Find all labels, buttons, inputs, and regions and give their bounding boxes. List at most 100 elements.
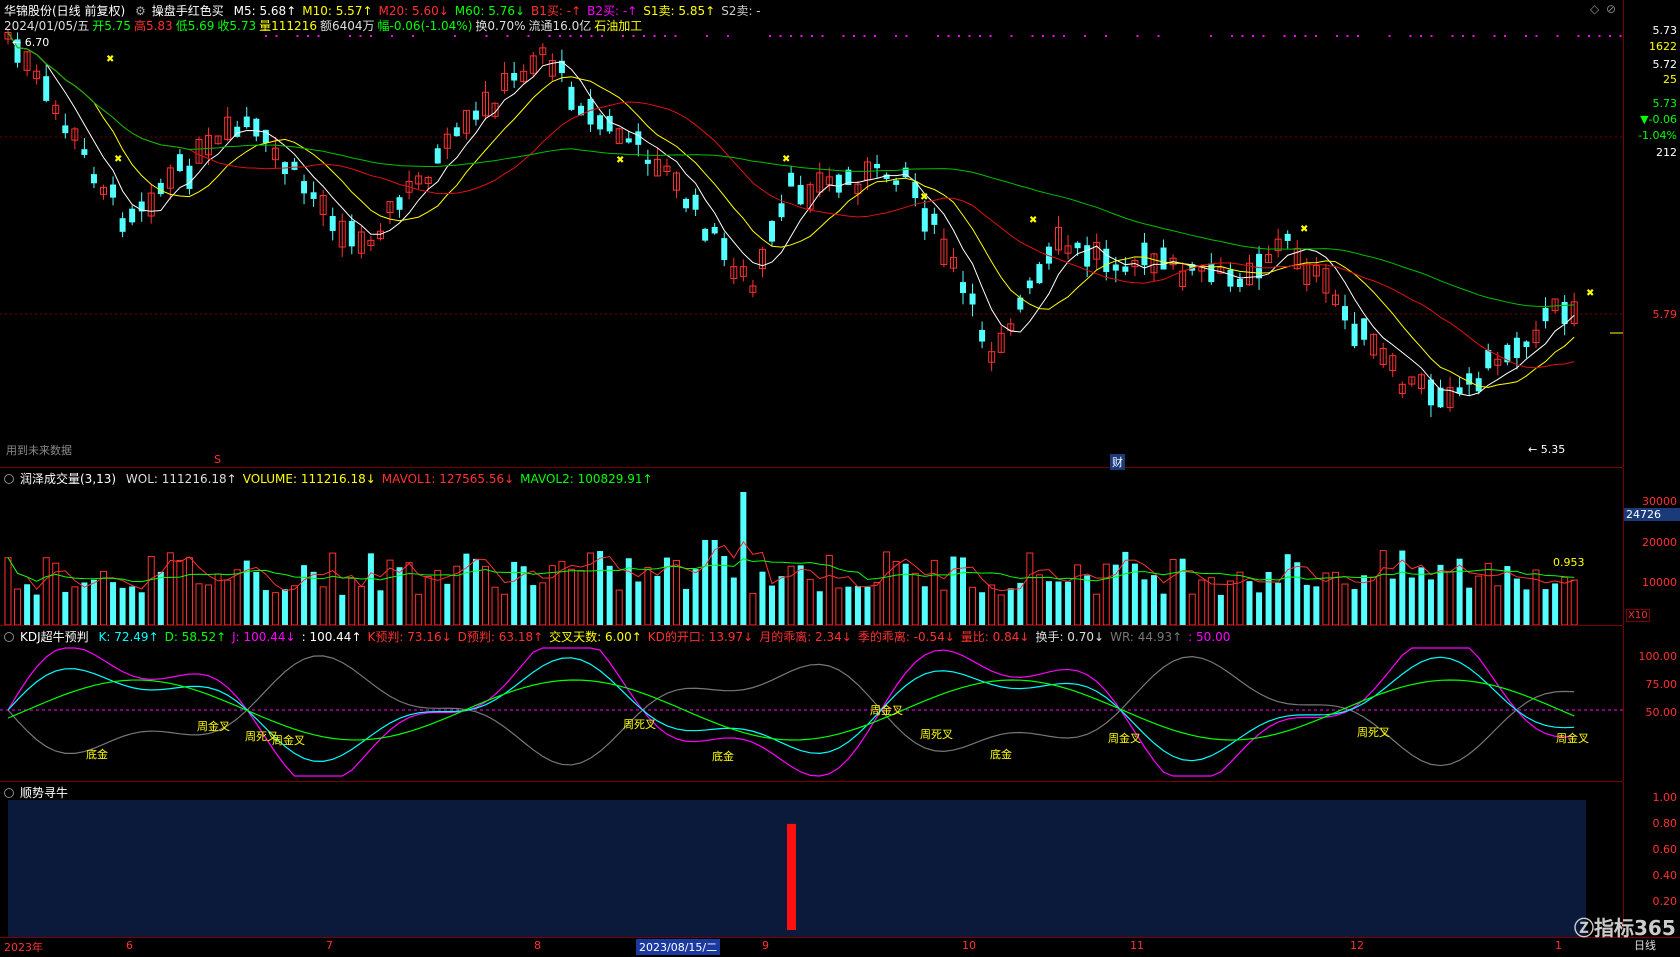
signal-dot [863, 35, 866, 37]
candle-body [597, 115, 604, 130]
candlestick-chart[interactable]: ✖ ✖ ✖ ✖ ✖ ✖ ✖ ✖ [0, 0, 1623, 467]
price-chart-panel[interactable]: ✖ ✖ ✖ ✖ ✖ ✖ ✖ ✖ 华锦股份(日线 前复权) ⚙ 操盘手红色买 M5: 5.68↑ M… [0, 0, 1623, 470]
trend-chart[interactable] [0, 782, 1623, 937]
kdj-value-5: D预判: 63.18↑ [457, 630, 544, 644]
volume-bar [635, 581, 642, 625]
volume-bar [1179, 558, 1186, 625]
diamond-icon[interactable]: ◇ [1590, 2, 1599, 16]
ma-value-2: M20: 5.60↓ [378, 4, 449, 18]
quote-field-9: 流通16.0亿 [528, 19, 592, 33]
candle-body [472, 110, 479, 120]
volume-indicator-name[interactable]: 润泽成交量(3,13) [20, 472, 116, 486]
panel-toggle-icon[interactable] [4, 632, 14, 642]
candle-body [835, 174, 842, 193]
signal-dot [989, 35, 992, 37]
signal-mark: ✖ [114, 154, 122, 165]
panel-toggle-icon[interactable] [4, 788, 14, 798]
candle-body [396, 197, 403, 210]
volume-bar [969, 586, 977, 625]
signal-dot [1430, 35, 1433, 37]
signal-dot [727, 35, 729, 37]
volume-bar [90, 579, 97, 625]
s-marker[interactable]: S [214, 453, 221, 466]
volume-bar [1236, 571, 1244, 625]
close-icon[interactable]: ⊘ [1606, 2, 1616, 16]
volume-bar [1370, 576, 1378, 625]
signal-dot [1535, 35, 1538, 37]
candle-body [511, 73, 518, 81]
candle-body [1084, 245, 1091, 267]
signal-dot [674, 35, 677, 37]
gear-icon[interactable]: ⚙ [135, 4, 146, 18]
ma-value-0: M5: 5.68↑ [233, 4, 297, 18]
candle-body [874, 163, 881, 169]
volume-bar [615, 589, 623, 625]
volume-bar [1055, 581, 1062, 625]
volume-bar [921, 586, 928, 625]
signal-dot [905, 35, 908, 37]
volume-chart[interactable] [0, 468, 1623, 625]
candle-body [434, 148, 441, 164]
volume-bar [806, 578, 814, 625]
indicator-name[interactable]: 操盘手红色买 [152, 4, 224, 18]
volume-bar [81, 582, 88, 625]
volume-bar [1389, 578, 1396, 625]
panel-toggle-icon[interactable] [4, 474, 14, 484]
volume-bar [539, 582, 547, 625]
time-axis[interactable]: 2023/08/15/二 2023年 6 7 8 9 10 11 12 1 [0, 937, 1680, 957]
volume-bar [883, 551, 891, 625]
trend-tick-0.2: 0.20 [1652, 895, 1678, 908]
volume-bar [1466, 587, 1473, 625]
signal-dot [1598, 35, 1601, 37]
signal-dot [1136, 35, 1139, 37]
candle-body [893, 180, 900, 185]
kdj-indicator-name[interactable]: KDJ超牛预判 [20, 630, 89, 644]
quote-field-10: 石油加工 [594, 19, 643, 33]
volume-bar [348, 577, 356, 625]
candle-body [778, 203, 785, 218]
ma-value-5: B2买: -↑ [587, 4, 638, 18]
kdj-value-12: WR: 44.93↑ [1110, 630, 1183, 644]
volume-bar [778, 576, 785, 625]
period-label[interactable]: 日线 [1634, 937, 1656, 953]
signal-dot [1525, 35, 1527, 37]
volume-bar [1446, 570, 1454, 625]
price-axis-label-7: 212 [1656, 146, 1677, 159]
signal-dot [569, 35, 572, 37]
signal-dot [1252, 35, 1254, 37]
candle-body [969, 293, 976, 305]
volume-panel[interactable]: 润泽成交量(3,13) WOL: 111216.18↑ VOLUME: 11121… [0, 468, 1623, 626]
trend-panel[interactable]: 顺势寻牛 [0, 782, 1623, 937]
signal-dot [590, 35, 593, 37]
trend-indicator-name[interactable]: 顺势寻牛 [20, 786, 68, 800]
volume-bar [434, 569, 442, 625]
volume-bar [511, 561, 518, 625]
volume-bar [329, 552, 337, 625]
candle-body [1103, 248, 1110, 272]
time-label-6: 11 [1130, 939, 1144, 952]
signal-dot [821, 35, 824, 37]
signal-mark: ✖ [616, 155, 624, 166]
candle-body [243, 116, 250, 128]
volume-bar [1275, 582, 1282, 625]
volume-bar [415, 593, 423, 625]
kdj-annotation-0: 底金 [86, 748, 108, 761]
volume-bar [911, 572, 919, 625]
volume-bar [71, 586, 79, 625]
kdj-value-11: 换手: 0.70↓ [1035, 630, 1105, 644]
candle-body [1256, 253, 1263, 279]
candle-body [1542, 307, 1549, 322]
stock-title[interactable]: 华锦股份(日线 前复权) [4, 4, 125, 18]
kdj-panel[interactable]: KDJ超牛预判 K: 72.49↑ D: 58.52↑ J: 100.44↓: 10… [0, 626, 1623, 782]
candle-body [43, 76, 50, 101]
candle-body [110, 184, 117, 198]
signal-dot [790, 35, 792, 37]
price-axis-label-8: 5.79 [1652, 308, 1678, 321]
kdj-chart[interactable] [0, 626, 1623, 781]
volume-bar [357, 585, 365, 625]
volume-bar [759, 571, 766, 625]
j-line [7, 647, 1575, 777]
price-axis-label-6: -1.04% [1638, 129, 1677, 142]
candle-body [1141, 242, 1148, 266]
signal-dot [1420, 35, 1422, 37]
